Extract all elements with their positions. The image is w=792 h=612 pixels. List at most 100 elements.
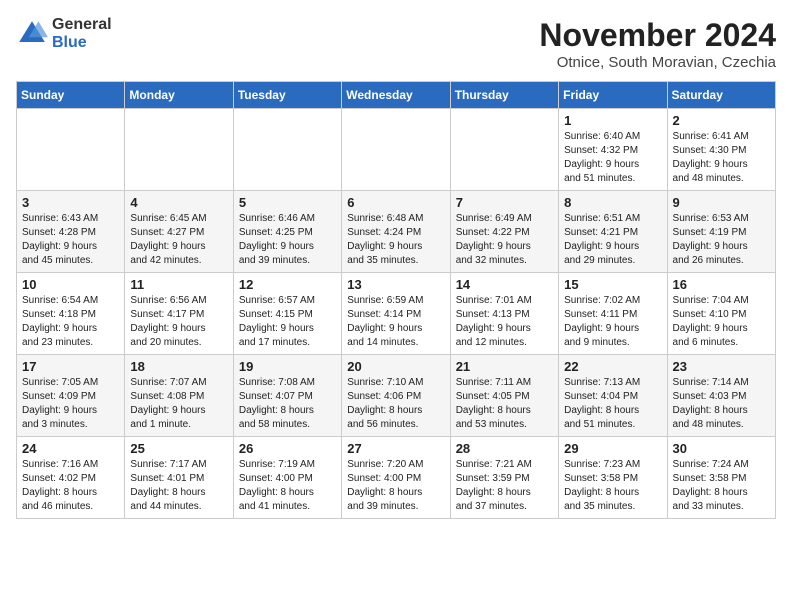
calendar-cell	[342, 109, 450, 191]
calendar-header: Sunday Monday Tuesday Wednesday Thursday…	[17, 82, 776, 109]
day-info: Sunrise: 6:53 AM Sunset: 4:19 PM Dayligh…	[673, 212, 770, 268]
calendar-cell: 10 Sunrise: 6:54 AM Sunset: 4:18 PM Dayli…	[17, 273, 125, 355]
calendar-cell: 12Sunrise: 6:57 AM Sunset: 4:15 PM Dayli…	[233, 273, 341, 355]
logo-text: General Blue	[52, 16, 112, 51]
calendar-week-4: 17Sunrise: 7:05 AM Sunset: 4:09 PM Dayli…	[17, 355, 776, 437]
day-number: 9	[673, 195, 770, 210]
day-info: Sunrise: 6:59 AM Sunset: 4:14 PM Dayligh…	[347, 294, 444, 350]
col-monday: Monday	[125, 82, 233, 109]
day-number: 13	[347, 277, 444, 292]
calendar-table: Sunday Monday Tuesday Wednesday Thursday…	[16, 81, 776, 519]
calendar-cell: 22 Sunrise: 7:13 AM Sunset: 4:04 PM Dayli…	[559, 355, 667, 437]
day-number: 2	[673, 113, 770, 128]
calendar-cell	[17, 109, 125, 191]
day-info: Sunrise: 7:21 AM Sunset: 3:59 PM Dayligh…	[456, 458, 553, 514]
calendar-body: 1 Sunrise: 6:40 AM Sunset: 4:32 PM Daylig…	[17, 109, 776, 519]
title-block: November 2024 Otnice, South Moravian, Cz…	[539, 16, 776, 71]
day-number: 29	[564, 441, 661, 456]
calendar-cell	[233, 109, 341, 191]
day-info: Sunrise: 7:04 AM Sunset: 4:10 PM Dayligh…	[673, 294, 770, 350]
day-number: 22	[564, 359, 661, 374]
calendar-week-2: 3 Sunrise: 6:43 AM Sunset: 4:28 PM Daylig…	[17, 191, 776, 273]
logo-blue-label: Blue	[52, 34, 112, 52]
calendar-cell: 7Sunrise: 6:49 AM Sunset: 4:22 PM Daylig…	[450, 191, 558, 273]
calendar-cell: 20 Sunrise: 7:10 AM Sunset: 4:06 PM Dayli…	[342, 355, 450, 437]
col-wednesday: Wednesday	[342, 82, 450, 109]
day-number: 1	[564, 113, 661, 128]
calendar-cell: 14Sunrise: 7:01 AM Sunset: 4:13 PM Dayli…	[450, 273, 558, 355]
day-info: Sunrise: 6:56 AM Sunset: 4:17 PM Dayligh…	[130, 294, 227, 350]
day-number: 16	[673, 277, 770, 292]
logo-general-label: General	[52, 16, 112, 34]
day-number: 21	[456, 359, 553, 374]
location-label: Otnice, South Moravian, Czechia	[539, 54, 776, 71]
day-info: Sunrise: 7:10 AM Sunset: 4:06 PM Dayligh…	[347, 376, 444, 432]
day-number: 6	[347, 195, 444, 210]
calendar-cell: 25Sunrise: 7:17 AM Sunset: 4:01 PM Dayli…	[125, 437, 233, 519]
col-tuesday: Tuesday	[233, 82, 341, 109]
calendar-week-3: 10 Sunrise: 6:54 AM Sunset: 4:18 PM Dayli…	[17, 273, 776, 355]
day-number: 10	[22, 277, 119, 292]
day-info: Sunrise: 7:24 AM Sunset: 3:58 PM Dayligh…	[673, 458, 770, 514]
day-info: Sunrise: 6:43 AM Sunset: 4:28 PM Dayligh…	[22, 212, 119, 268]
day-number: 23	[673, 359, 770, 374]
day-number: 3	[22, 195, 119, 210]
day-number: 27	[347, 441, 444, 456]
day-info: Sunrise: 7:07 AM Sunset: 4:08 PM Dayligh…	[130, 376, 227, 432]
day-number: 7	[456, 195, 553, 210]
day-info: Sunrise: 6:41 AM Sunset: 4:30 PM Dayligh…	[673, 130, 770, 186]
col-thursday: Thursday	[450, 82, 558, 109]
calendar-cell: 17Sunrise: 7:05 AM Sunset: 4:09 PM Dayli…	[17, 355, 125, 437]
calendar-cell: 24Sunrise: 7:16 AM Sunset: 4:02 PM Dayli…	[17, 437, 125, 519]
logo: General Blue	[16, 16, 112, 51]
day-info: Sunrise: 7:19 AM Sunset: 4:00 PM Dayligh…	[239, 458, 336, 514]
col-friday: Friday	[559, 82, 667, 109]
calendar-cell: 16 Sunrise: 7:04 AM Sunset: 4:10 PM Dayli…	[667, 273, 775, 355]
calendar-cell: 26 Sunrise: 7:19 AM Sunset: 4:00 PM Dayli…	[233, 437, 341, 519]
calendar-cell: 3 Sunrise: 6:43 AM Sunset: 4:28 PM Daylig…	[17, 191, 125, 273]
day-info: Sunrise: 6:54 AM Sunset: 4:18 PM Dayligh…	[22, 294, 119, 350]
day-info: Sunrise: 7:11 AM Sunset: 4:05 PM Dayligh…	[456, 376, 553, 432]
day-info: Sunrise: 6:40 AM Sunset: 4:32 PM Dayligh…	[564, 130, 661, 186]
calendar-cell	[125, 109, 233, 191]
calendar-cell: 5Sunrise: 6:46 AM Sunset: 4:25 PM Daylig…	[233, 191, 341, 273]
calendar-cell: 29 Sunrise: 7:23 AM Sunset: 3:58 PM Dayli…	[559, 437, 667, 519]
day-info: Sunrise: 7:01 AM Sunset: 4:13 PM Dayligh…	[456, 294, 553, 350]
day-info: Sunrise: 7:16 AM Sunset: 4:02 PM Dayligh…	[22, 458, 119, 514]
calendar-week-1: 1 Sunrise: 6:40 AM Sunset: 4:32 PM Daylig…	[17, 109, 776, 191]
day-info: Sunrise: 7:20 AM Sunset: 4:00 PM Dayligh…	[347, 458, 444, 514]
day-info: Sunrise: 7:14 AM Sunset: 4:03 PM Dayligh…	[673, 376, 770, 432]
calendar-cell: 2 Sunrise: 6:41 AM Sunset: 4:30 PM Daylig…	[667, 109, 775, 191]
calendar-week-5: 24Sunrise: 7:16 AM Sunset: 4:02 PM Dayli…	[17, 437, 776, 519]
day-number: 4	[130, 195, 227, 210]
day-number: 26	[239, 441, 336, 456]
calendar-cell: 28Sunrise: 7:21 AM Sunset: 3:59 PM Dayli…	[450, 437, 558, 519]
day-info: Sunrise: 7:13 AM Sunset: 4:04 PM Dayligh…	[564, 376, 661, 432]
day-info: Sunrise: 6:48 AM Sunset: 4:24 PM Dayligh…	[347, 212, 444, 268]
col-sunday: Sunday	[17, 82, 125, 109]
col-saturday: Saturday	[667, 82, 775, 109]
day-number: 25	[130, 441, 227, 456]
day-info: Sunrise: 6:57 AM Sunset: 4:15 PM Dayligh…	[239, 294, 336, 350]
day-info: Sunrise: 7:08 AM Sunset: 4:07 PM Dayligh…	[239, 376, 336, 432]
day-number: 30	[673, 441, 770, 456]
month-title: November 2024	[539, 16, 776, 54]
calendar-cell: 18Sunrise: 7:07 AM Sunset: 4:08 PM Dayli…	[125, 355, 233, 437]
calendar-cell: 6 Sunrise: 6:48 AM Sunset: 4:24 PM Daylig…	[342, 191, 450, 273]
page-header: General Blue November 2024 Otnice, South…	[16, 16, 776, 71]
calendar-cell: 23 Sunrise: 7:14 AM Sunset: 4:03 PM Dayli…	[667, 355, 775, 437]
day-number: 20	[347, 359, 444, 374]
day-info: Sunrise: 7:02 AM Sunset: 4:11 PM Dayligh…	[564, 294, 661, 350]
day-number: 11	[130, 277, 227, 292]
day-info: Sunrise: 7:23 AM Sunset: 3:58 PM Dayligh…	[564, 458, 661, 514]
calendar-cell: 19 Sunrise: 7:08 AM Sunset: 4:07 PM Dayli…	[233, 355, 341, 437]
calendar-cell: 13 Sunrise: 6:59 AM Sunset: 4:14 PM Dayli…	[342, 273, 450, 355]
calendar-cell: 9 Sunrise: 6:53 AM Sunset: 4:19 PM Daylig…	[667, 191, 775, 273]
day-number: 5	[239, 195, 336, 210]
calendar-cell: 30 Sunrise: 7:24 AM Sunset: 3:58 PM Dayli…	[667, 437, 775, 519]
day-info: Sunrise: 7:05 AM Sunset: 4:09 PM Dayligh…	[22, 376, 119, 432]
calendar-cell	[450, 109, 558, 191]
calendar-cell: 27 Sunrise: 7:20 AM Sunset: 4:00 PM Dayli…	[342, 437, 450, 519]
calendar-cell: 4Sunrise: 6:45 AM Sunset: 4:27 PM Daylig…	[125, 191, 233, 273]
day-number: 19	[239, 359, 336, 374]
